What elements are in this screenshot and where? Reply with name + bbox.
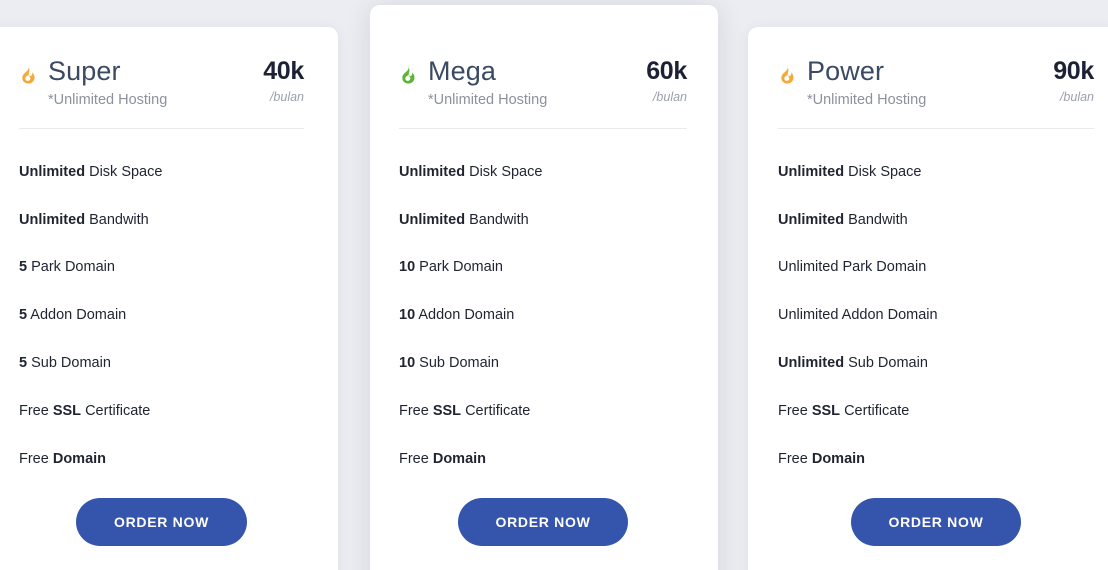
card-header-mega: Mega *Unlimited Hosting 60k /bulan [399,5,687,108]
feature-item: 10 Park Domain [399,259,503,276]
price-period: /bulan [269,89,304,104]
feature-item: Free SSL Certificate [19,402,151,419]
feature-item: Free SSL Certificate [399,402,531,419]
flame-icon [399,64,418,85]
header-divider [19,127,304,129]
feature-item: Free Domain [778,450,866,467]
plan-subtitle: *Unlimited Hosting [48,92,168,109]
feature-item: Free Domain [399,450,487,467]
header-divider [778,127,1094,129]
order-now-button[interactable]: ORDER NOW [457,497,629,546]
feature-list-mega: Unlimited Disk Space Unlimited Bandwith … [399,163,687,469]
price-block: 40k /bulan [263,56,304,104]
flame-icon [19,64,38,85]
price-period: /bulan [652,89,687,104]
feature-item: 5 Sub Domain [19,355,111,372]
price-period: /bulan [1059,89,1094,104]
pricing-card-mega: Mega *Unlimited Hosting 60k /bulan Unlim… [370,5,718,570]
feature-item: Unlimited Bandwith [19,211,149,228]
feature-item: 5 Park Domain [19,259,115,276]
feature-list-power: Unlimited Disk Space Unlimited Bandwith … [778,163,1094,469]
plan-name: Mega [428,56,496,86]
plan-identity-mega: Mega *Unlimited Hosting [399,56,547,108]
plan-subtitle: *Unlimited Hosting [807,92,927,109]
card-header-super: Super *Unlimited Hosting 40k /bulan [19,27,304,108]
feature-item: Unlimited Sub Domain [778,355,928,372]
order-now-button[interactable]: ORDER NOW [850,497,1022,546]
feature-list-super: Unlimited Disk Space Unlimited Bandwith … [19,163,304,469]
plan-identity-power: Power *Unlimited Hosting [778,56,926,108]
pricing-card-super: Super *Unlimited Hosting 40k /bulan Unli… [0,27,338,570]
cta-container: ORDER NOW [19,497,304,546]
price-amount: 40k [263,57,304,85]
feature-item: Unlimited Addon Domain [778,307,938,324]
feature-item: 10 Addon Domain [399,307,515,324]
feature-item: 10 Sub Domain [399,355,499,372]
card-header-power: Power *Unlimited Hosting 90k /bulan [778,27,1094,108]
cta-container: ORDER NOW [399,497,687,546]
feature-item: 5 Addon Domain [19,307,127,324]
feature-item: Unlimited Disk Space [399,163,543,180]
price-amount: 60k [646,57,687,85]
feature-item: Unlimited Disk Space [778,163,922,180]
plan-name: Super [48,56,121,86]
price-amount: 90k [1053,57,1094,85]
feature-item: Unlimited Bandwith [778,211,908,228]
plan-name: Power [807,56,885,86]
feature-item: Unlimited Bandwith [399,211,529,228]
price-block: 60k /bulan [646,56,687,104]
pricing-section: Super *Unlimited Hosting 40k /bulan Unli… [0,0,1108,570]
feature-item: Free SSL Certificate [778,402,910,419]
cta-container: ORDER NOW [778,497,1094,546]
header-divider [399,127,687,129]
price-block: 90k /bulan [1053,56,1094,104]
feature-item: Unlimited Disk Space [19,163,163,180]
pricing-card-power: Power *Unlimited Hosting 90k /bulan Unli… [748,27,1108,570]
feature-item: Free Domain [19,450,107,467]
order-now-button[interactable]: ORDER NOW [76,497,247,546]
feature-item: Unlimited Park Domain [778,259,927,276]
plan-subtitle: *Unlimited Hosting [428,92,548,109]
flame-icon [778,64,797,85]
plan-identity-super: Super *Unlimited Hosting [19,56,167,108]
